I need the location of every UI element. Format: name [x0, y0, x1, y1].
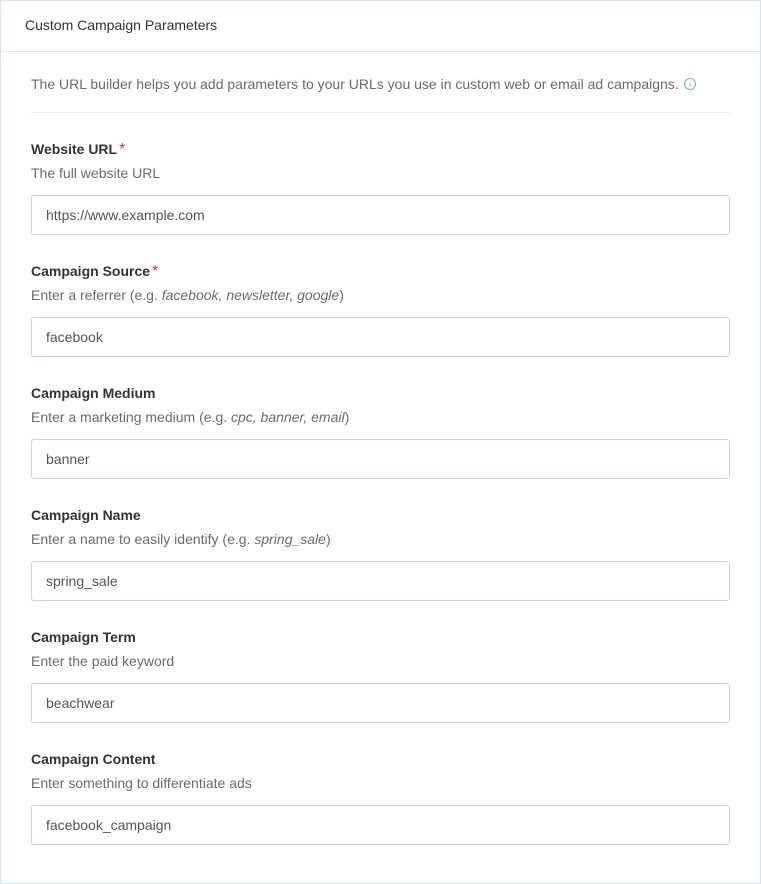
required-asterisk: * [152, 263, 158, 280]
website-url-input[interactable] [31, 195, 730, 235]
website-url-label: Website URL [31, 141, 117, 157]
required-asterisk: * [119, 141, 125, 158]
campaign-parameters-panel: Custom Campaign Parameters The URL build… [0, 0, 761, 884]
panel-title: Custom Campaign Parameters [25, 17, 736, 33]
field-label-row: Website URL* [31, 141, 730, 159]
help-example: facebook, newsletter, google [162, 287, 339, 303]
field-label-row: Campaign Name [31, 507, 730, 525]
campaign-source-input[interactable] [31, 317, 730, 357]
campaign-name-input[interactable] [31, 561, 730, 601]
help-prefix: Enter a marketing medium (e.g. [31, 409, 231, 425]
field-campaign-content: Campaign Content Enter something to diff… [31, 751, 730, 845]
field-label-row: Campaign Term [31, 629, 730, 647]
help-suffix: ) [326, 531, 331, 547]
campaign-medium-label: Campaign Medium [31, 385, 155, 401]
field-label-row: Campaign Source* [31, 263, 730, 281]
help-example: cpc, banner, email [231, 409, 345, 425]
panel-body: The URL builder helps you add parameters… [1, 52, 760, 883]
campaign-term-label: Campaign Term [31, 629, 136, 645]
campaign-name-help: Enter a name to easily identify (e.g. sp… [31, 531, 730, 547]
field-campaign-medium: Campaign Medium Enter a marketing medium… [31, 385, 730, 479]
campaign-term-help: Enter the paid keyword [31, 653, 730, 669]
campaign-source-label: Campaign Source [31, 263, 150, 279]
campaign-content-input[interactable] [31, 805, 730, 845]
campaign-medium-help: Enter a marketing medium (e.g. cpc, bann… [31, 409, 730, 425]
field-campaign-source: Campaign Source* Enter a referrer (e.g. … [31, 263, 730, 357]
website-url-help: The full website URL [31, 165, 730, 181]
field-website-url: Website URL* The full website URL [31, 141, 730, 235]
campaign-term-input[interactable] [31, 683, 730, 723]
intro-row: The URL builder helps you add parameters… [31, 76, 730, 113]
help-example: spring_sale [254, 531, 326, 547]
campaign-source-help: Enter a referrer (e.g. facebook, newslet… [31, 287, 730, 303]
campaign-name-label: Campaign Name [31, 507, 141, 523]
intro-text: The URL builder helps you add parameters… [31, 76, 679, 92]
help-prefix: Enter a name to easily identify (e.g. [31, 531, 254, 547]
info-icon[interactable] [683, 77, 697, 91]
campaign-content-label: Campaign Content [31, 751, 155, 767]
panel-header: Custom Campaign Parameters [1, 1, 760, 52]
field-campaign-name: Campaign Name Enter a name to easily ide… [31, 507, 730, 601]
campaign-medium-input[interactable] [31, 439, 730, 479]
field-label-row: Campaign Content [31, 751, 730, 769]
help-prefix: Enter a referrer (e.g. [31, 287, 162, 303]
help-suffix: ) [345, 409, 350, 425]
campaign-content-help: Enter something to differentiate ads [31, 775, 730, 791]
help-suffix: ) [339, 287, 344, 303]
field-campaign-term: Campaign Term Enter the paid keyword [31, 629, 730, 723]
field-label-row: Campaign Medium [31, 385, 730, 403]
